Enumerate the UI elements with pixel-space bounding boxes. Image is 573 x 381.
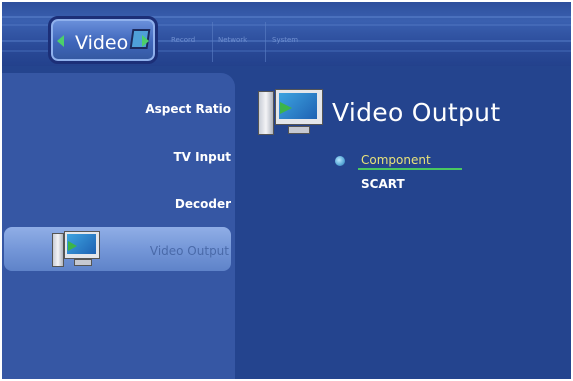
tab-system[interactable]: System bbox=[272, 36, 298, 44]
page-title: Video Output bbox=[332, 98, 501, 127]
selection-underline bbox=[358, 168, 462, 170]
sidebar-item-video-output[interactable]: Video Output bbox=[4, 227, 231, 271]
chevron-right-icon[interactable] bbox=[142, 35, 149, 47]
selected-radio-icon bbox=[335, 156, 345, 166]
sidebar: Aspect Ratio TV Input Decoder Video Outp… bbox=[2, 73, 235, 379]
computer-icon bbox=[52, 231, 100, 267]
tab-video[interactable]: Video bbox=[48, 16, 158, 64]
sidebar-item-decoder[interactable]: Decoder bbox=[2, 197, 231, 211]
option-component[interactable]: Component bbox=[361, 153, 431, 167]
chevron-left-icon[interactable] bbox=[57, 35, 64, 47]
computer-icon bbox=[258, 89, 324, 135]
sidebar-item-tv-input[interactable]: TV Input bbox=[2, 150, 231, 164]
sidebar-item-aspect-ratio[interactable]: Aspect Ratio bbox=[2, 102, 231, 116]
tab-divider bbox=[265, 22, 266, 62]
tab-divider bbox=[212, 22, 213, 62]
top-menu-bar: Video Record Network System bbox=[2, 2, 571, 66]
screen: Video Record Network System Aspect Ratio… bbox=[2, 2, 571, 379]
tab-network[interactable]: Network bbox=[218, 36, 247, 44]
tab-record[interactable]: Record bbox=[171, 36, 195, 44]
sidebar-item-label: Video Output bbox=[149, 244, 229, 258]
option-scart[interactable]: SCART bbox=[361, 177, 405, 191]
tab-video-label: Video bbox=[75, 32, 129, 54]
